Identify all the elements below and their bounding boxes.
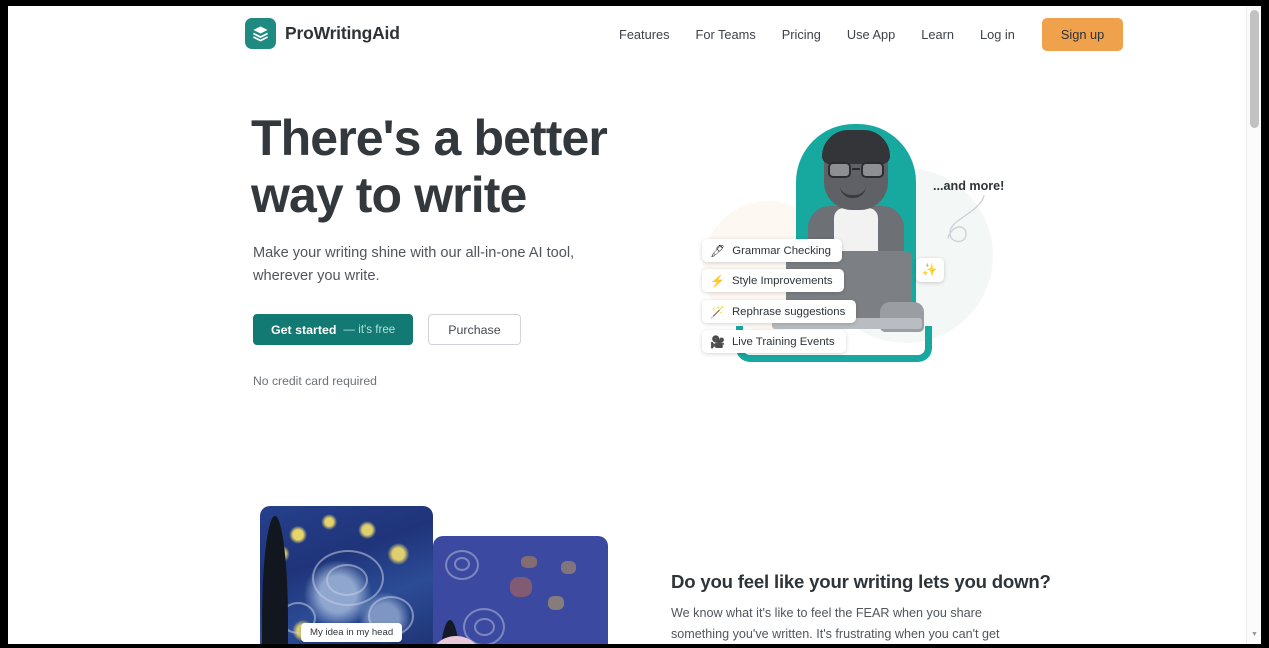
- magic-wand-icon: 🪄: [710, 304, 725, 319]
- get-started-label: Get started: [271, 322, 337, 337]
- feature-pill-label: Rephrase suggestions: [731, 305, 846, 318]
- scrollbar-thumb[interactable]: [1250, 10, 1259, 128]
- get-started-note: — it's free: [343, 323, 396, 336]
- glasses-icon: [826, 162, 886, 178]
- feature-pill-label: Style Improvements: [731, 274, 833, 287]
- hero-subtitle: Make your writing shine with our all-in-…: [253, 245, 575, 284]
- feature-pill-label: Live Training Events: [731, 335, 835, 348]
- nav-link-use-app[interactable]: Use App: [834, 21, 908, 48]
- sparkle-badge: ✨: [916, 258, 944, 282]
- scroll-down-arrow[interactable]: ▼: [1251, 631, 1258, 638]
- main-navigation: Features For Teams Pricing Use App Learn…: [606, 6, 1124, 62]
- idea-caption: My idea in my head: [301, 623, 403, 642]
- swirl-shape: [326, 564, 368, 596]
- feature-pill-grammar-checking: 🖋 Grammar Checking: [702, 239, 842, 262]
- lightning-bolt-icon: ⚡: [710, 273, 725, 288]
- brand-name: ProWritingAid: [285, 23, 400, 43]
- paint-blob: [510, 577, 532, 597]
- hero-title: There's a better way to write: [251, 110, 608, 223]
- paint-blob: [548, 596, 564, 610]
- get-started-button[interactable]: Get started — it's free: [253, 314, 414, 345]
- swirl-shape: [454, 557, 470, 571]
- nav-link-features[interactable]: Features: [606, 21, 683, 48]
- quill-pen-icon: 🖋: [710, 243, 726, 258]
- and-more-label: ...and more!: [933, 179, 1005, 193]
- paint-blob: [521, 556, 537, 568]
- person-hair: [822, 130, 890, 164]
- hero-cta-row: Get started — it's free Purchase: [253, 314, 521, 345]
- purchase-button[interactable]: Purchase: [428, 314, 521, 345]
- nav-link-learn[interactable]: Learn: [908, 21, 967, 48]
- vertical-scrollbar[interactable]: ▲ ▼: [1246, 6, 1261, 644]
- brand-logo[interactable]: ProWritingAid: [245, 18, 400, 49]
- feature-pill-label: Grammar Checking: [732, 244, 831, 257]
- browser-viewport: ProWritingAid Features For Teams Pricing…: [8, 6, 1261, 644]
- feature-pill-style-improvements: ⚡ Style Improvements: [702, 269, 844, 292]
- feature-pill-live-training-events: 🎥 Live Training Events: [702, 330, 846, 353]
- hero-illustration: 🖋 Grammar Checking ⚡ Style Improvements …: [668, 106, 1048, 396]
- swirl-shape: [474, 618, 495, 636]
- sparse-writing-card: [433, 536, 608, 644]
- site-header: ProWritingAid Features For Teams Pricing…: [8, 6, 1246, 62]
- no-credit-card-note: No credit card required: [253, 374, 377, 388]
- page-content: ProWritingAid Features For Teams Pricing…: [8, 6, 1246, 644]
- nav-link-pricing[interactable]: Pricing: [769, 21, 834, 48]
- sign-up-button[interactable]: Sign up: [1041, 17, 1124, 51]
- section-title: Do you feel like your writing lets you d…: [671, 571, 1051, 592]
- stacked-books-icon: [245, 18, 276, 49]
- curved-pointer-line: [947, 195, 985, 243]
- cypress-tree: [262, 516, 288, 644]
- paint-blob: [561, 561, 576, 574]
- feature-pill-rephrase-suggestions: 🪄 Rephrase suggestions: [702, 300, 857, 323]
- sparkle-icon: ✨: [921, 262, 939, 277]
- video-camera-icon: 🎥: [710, 334, 725, 349]
- nav-link-log-in[interactable]: Log in: [967, 21, 1028, 48]
- section-body: We know what it's like to feel the FEAR …: [671, 606, 1000, 641]
- nav-link-for-teams[interactable]: For Teams: [683, 21, 769, 48]
